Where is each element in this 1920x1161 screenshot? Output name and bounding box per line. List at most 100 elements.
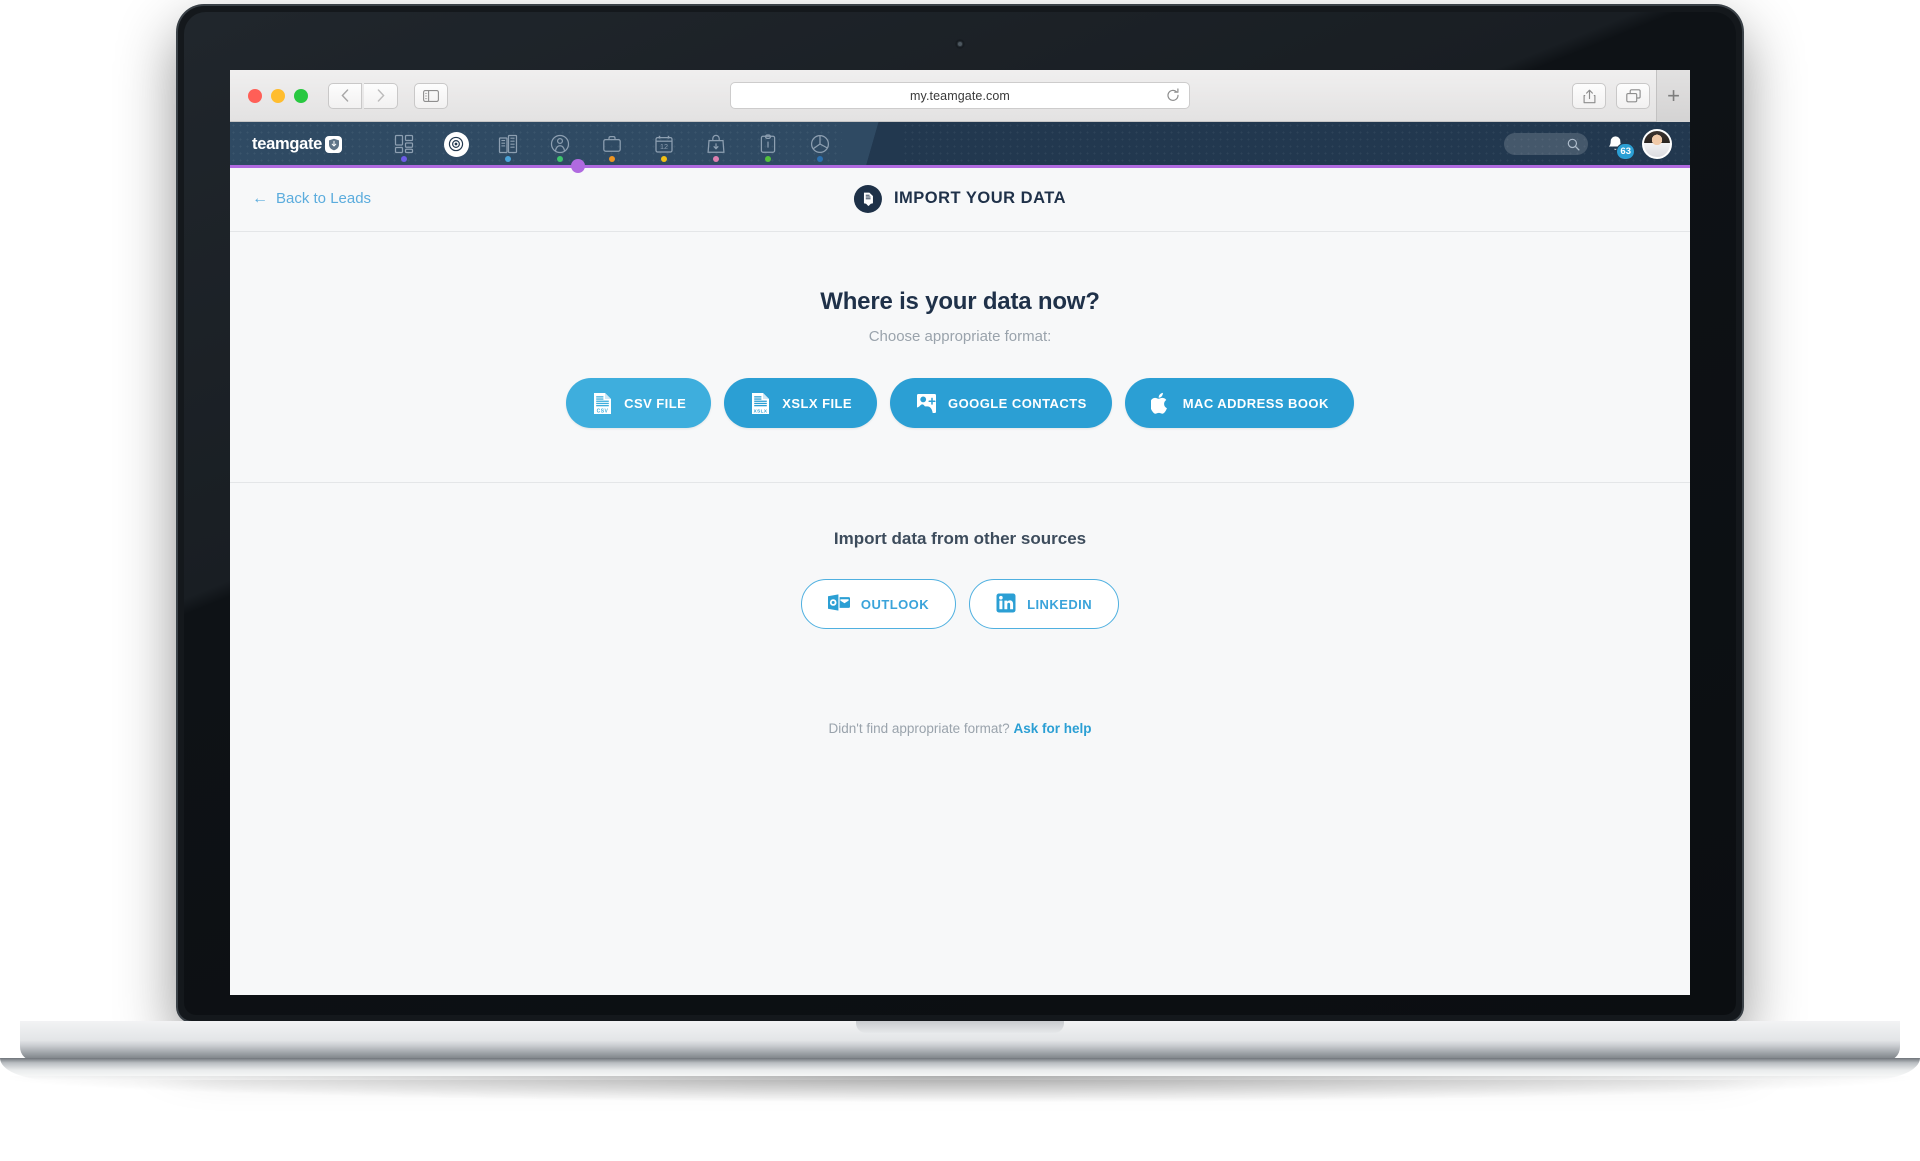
buildings-icon [498,134,518,154]
address-bar-wrap: my.teamgate.com [730,82,1190,109]
notification-count-badge: 63 [1616,143,1635,160]
ask-for-help-link[interactable]: Ask for help [1013,721,1091,736]
show-sidebar-button[interactable] [414,82,448,109]
xslx-file-icon: XSLX [749,391,771,415]
forward-button[interactable] [364,82,398,109]
laptop-mockup: my.teamgate.com + teamgate 12 63 ← Back … [0,0,1920,1102]
main-heading: Where is your data now? [820,288,1100,315]
nav-dot-insights [817,156,824,162]
nav-item-insights[interactable] [794,122,846,166]
other-sources-heading: Import data from other sources [833,529,1087,548]
help-text: Didn't find appropriate format? [828,721,1010,736]
webcam [955,39,965,49]
bag-download-icon [707,134,725,153]
linkedin-button[interactable]: LINKEDIN [969,579,1120,629]
xslx-file-label: XSLX FILE [782,395,853,411]
csv-file-label: CSV FILE [624,395,687,411]
nav-icon-list: 12 [378,122,846,166]
window-controls [248,88,308,103]
show-tabs-button[interactable] [1616,83,1650,109]
share-button[interactable] [1572,83,1606,109]
nav-item-tasks[interactable] [742,122,794,166]
nav-item-dashboard[interactable] [378,122,430,166]
new-tab-button[interactable]: + [1656,70,1690,122]
page-header: ← Back to Leads IMPORT YOUR DATA [230,166,1690,232]
page-title: IMPORT YOUR DATA [893,189,1067,207]
nav-diagonal-shade [842,122,902,166]
target-icon [448,136,464,152]
nav-dot-companies [505,156,512,162]
other-sources-section: Import data from other sources OUTLOOK L… [230,483,1690,736]
nav-item-deals[interactable] [586,122,638,166]
apple-icon [1150,391,1172,415]
nav-dot-tasks [765,156,772,162]
main-content: Where is your data now? Choose appropria… [230,232,1690,995]
search-icon [1567,138,1580,151]
google-contacts-button[interactable]: GOOGLE CONTACTS [890,378,1112,428]
linkedin-icon [996,593,1016,616]
back-button[interactable] [328,82,362,109]
screen: my.teamgate.com + teamgate 12 63 ← Back … [230,70,1690,995]
browser-toolbar: my.teamgate.com + [230,70,1690,122]
google-contacts-label: GOOGLE CONTACTS [948,395,1087,411]
nav-right-controls: 63 [1504,122,1672,166]
source-button-row: OUTLOOK LINKEDIN [230,579,1690,629]
notifications-button[interactable]: 63 [1602,131,1635,160]
active-nav-knob [571,159,585,173]
mac-address-book-button[interactable]: MAC ADDRESS BOOK [1124,378,1354,428]
active-nav-underline [230,165,1690,168]
nav-item-companies[interactable] [482,122,534,166]
svg-text:CSV: CSV [596,408,608,414]
nav-dot-dashboard [401,156,408,162]
share-icon [1583,89,1595,103]
user-avatar[interactable] [1642,129,1672,159]
maximize-window-button[interactable] [294,88,308,103]
google-plus-icon [915,391,937,415]
back-to-leads-link[interactable]: ← Back to Leads [252,190,371,207]
url-text: my.teamgate.com [910,88,1010,103]
laptop-lid: my.teamgate.com + teamgate 12 63 ← Back … [178,6,1742,1021]
arrow-left-icon: ← [252,189,268,207]
active-nav-bubble [443,131,469,157]
main-subheading: Choose appropriate format: [868,328,1052,345]
calendar-12-icon: 12 [655,135,673,153]
reload-button[interactable] [1166,88,1180,108]
help-line: Didn't find appropriate format? Ask for … [230,721,1690,736]
address-bar[interactable]: my.teamgate.com [730,82,1190,109]
tabs-icon [1625,89,1641,103]
nav-buttons [328,82,398,109]
close-window-button[interactable] [248,88,262,103]
linkedin-label: LINKEDIN [1027,596,1093,612]
svg-text:XSLX: XSLX [753,408,767,413]
laptop-base [20,1021,1900,1061]
dashboard-grid-icon [394,134,414,154]
sidebar-icon [423,89,439,102]
nav-dot-deals [609,156,616,162]
teamgate-shield-icon [325,135,343,153]
outlook-button[interactable]: OUTLOOK [800,579,957,629]
teamgate-logo[interactable]: teamgate [252,134,343,154]
chevron-left-icon [341,89,349,102]
chevron-right-icon [377,89,385,102]
logo-text: teamgate [252,134,323,153]
nav-dot-calendar [661,156,668,162]
format-button-row: CSV CSV FILE XSLX XSLX FILE GOOGLE CONTA… [230,378,1690,428]
app-navigation-bar: teamgate 12 63 [230,122,1690,173]
nav-item-calendar[interactable]: 12 [638,122,690,166]
outlook-icon [827,593,850,615]
svg-text:12: 12 [660,142,668,151]
search-input[interactable] [1504,133,1588,155]
import-document-icon [853,184,882,213]
back-link-label: Back to Leads [276,190,372,207]
nav-dot-contacts [557,156,564,162]
nav-dot-products [713,156,720,162]
nav-item-products[interactable] [690,122,742,166]
minimize-window-button[interactable] [271,88,285,103]
outlook-label: OUTLOOK [860,596,930,612]
pie-chart-icon [811,134,830,154]
page-title-group: IMPORT YOUR DATA [853,184,1067,213]
csv-file-button[interactable]: CSV CSV FILE [566,378,712,428]
xslx-file-button[interactable]: XSLX XSLX FILE [724,378,878,428]
person-circle-icon [550,134,570,154]
nav-item-leads[interactable] [430,122,482,166]
